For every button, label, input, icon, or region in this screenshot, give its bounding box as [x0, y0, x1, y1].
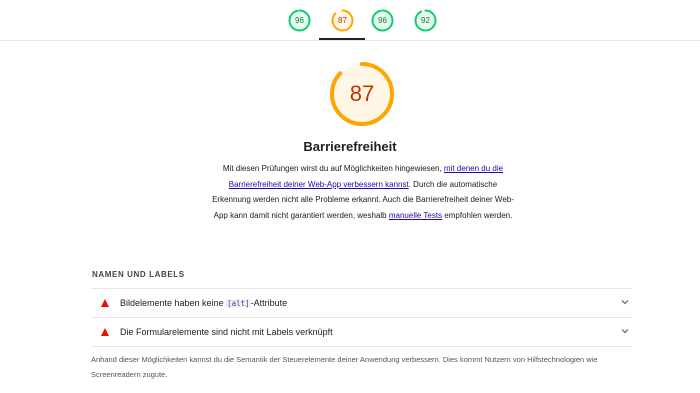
selected-tab-indicator [319, 38, 365, 40]
audit-code: [alt] [226, 299, 251, 308]
audit-label[interactable]: Die Formularelemente sind nicht mit Labe… [91, 318, 632, 346]
tab-score: 92 [421, 16, 430, 25]
category-tabs: 96 87 96 92 [0, 0, 700, 41]
tab-accessibility-gauge[interactable]: 87 [331, 9, 354, 32]
category-score: 87 [349, 81, 375, 106]
description-text: empfohlen werden. [442, 210, 513, 220]
tab-seo-gauge[interactable]: 92 [414, 9, 437, 32]
audit-image-alt[interactable]: Bildelemente haben keine [alt]-Attribute [91, 289, 632, 317]
tab-score: 87 [338, 16, 347, 25]
audit-title-text: -Attribute [250, 298, 288, 308]
description-text: Mit diesen Prüfungen wirst du auf Möglic… [222, 164, 444, 173]
audit-title-text: Bildelemente haben keine [120, 298, 227, 308]
divider [91, 346, 632, 347]
chevron-down-icon[interactable] [620, 297, 630, 307]
group-title: NAMEN UND LABELS [92, 270, 185, 279]
category-score-gauge: 87 [329, 61, 395, 127]
audit-title-text: Die Formularelemente sind nicht mit Labe… [120, 327, 333, 337]
fail-triangle-icon [101, 299, 109, 307]
chevron-down-icon[interactable] [620, 326, 630, 336]
tab-performance-gauge[interactable]: 96 [288, 9, 311, 32]
manual-tests-link[interactable]: manuelle Tests [389, 211, 442, 220]
category-description: Mit diesen Prüfungen wirst du auf Möglic… [212, 161, 514, 223]
fail-triangle-icon [101, 328, 109, 336]
tab-best-practices-gauge[interactable]: 96 [371, 9, 394, 32]
tab-score: 96 [295, 16, 304, 25]
tab-score: 96 [378, 16, 387, 25]
audit-title: Bildelemente haben keine [alt]-Attribute [120, 298, 287, 308]
audit-title: Die Formularelemente sind nicht mit Labe… [120, 327, 333, 337]
category-title: Barrierefreiheit [303, 139, 397, 154]
group-description: Anhand dieser Möglichkeiten kannst du di… [91, 355, 598, 379]
